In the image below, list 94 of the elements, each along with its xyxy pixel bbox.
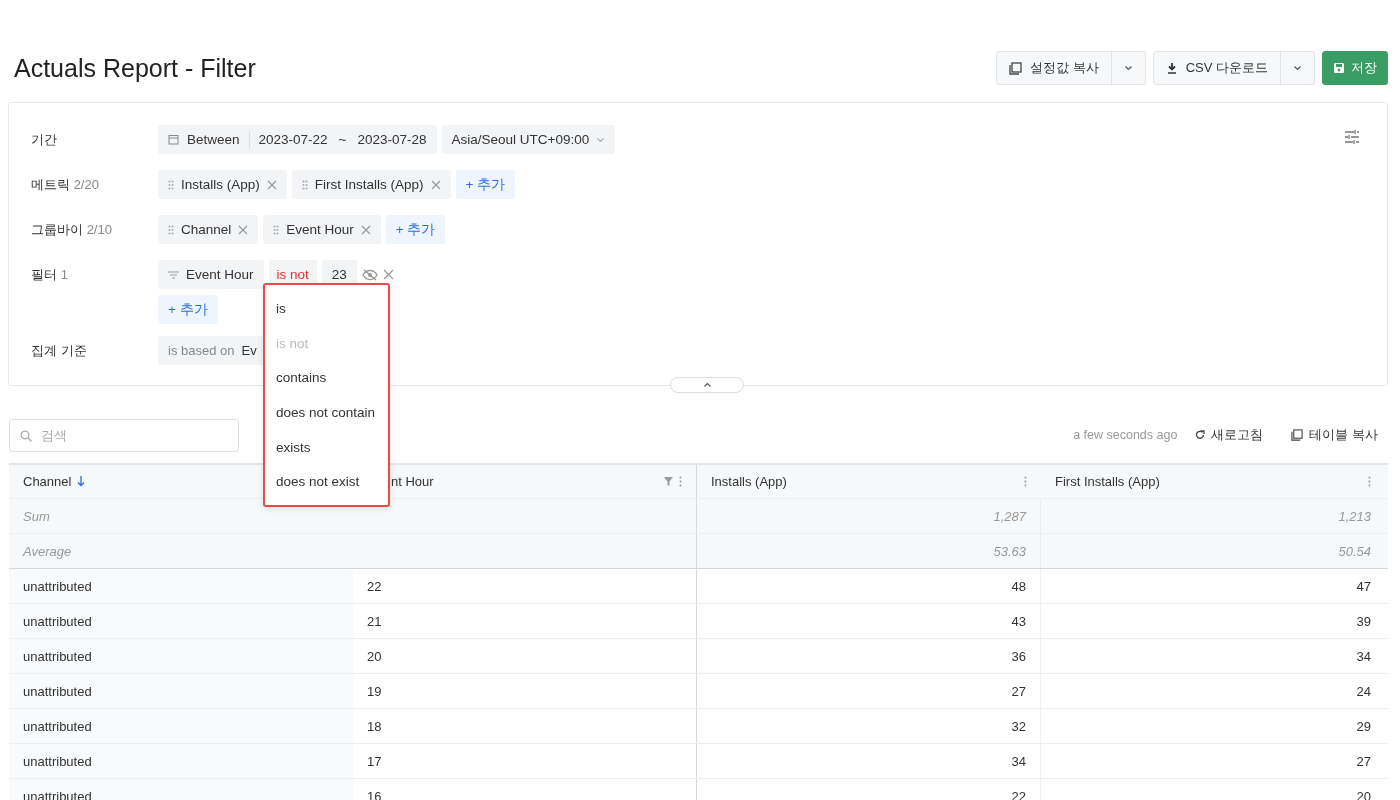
table-cell: 22 <box>1011 788 1026 800</box>
table-cell: 22 <box>367 578 382 594</box>
summary-cell: 1,213 <box>1338 508 1371 524</box>
summary-cell: 1,287 <box>993 508 1026 524</box>
table-cell: unattributed <box>23 788 92 800</box>
field-label: 그룹바이 2/10 <box>31 221 113 239</box>
refresh-icon <box>1195 430 1206 440</box>
table-cell: unattributed <box>23 753 92 769</box>
date-range-field[interactable]: Between 2023-07-22 ~ 2023-07-28 <box>158 125 437 154</box>
table-cell: 29 <box>1356 718 1371 734</box>
close-icon[interactable] <box>430 179 441 190</box>
table-cell: 39 <box>1356 613 1371 629</box>
menu-item[interactable]: does not contain <box>265 395 388 430</box>
drag-handle-icon <box>168 224 174 235</box>
caret-icon <box>1123 65 1133 71</box>
caret-icon <box>596 136 606 143</box>
table-cell: 24 <box>1356 683 1371 699</box>
table-cell: 34 <box>1011 753 1026 769</box>
copy-icon <box>1291 429 1304 441</box>
table-cell: 21 <box>367 613 382 629</box>
menu-item[interactable]: exists <box>265 429 388 465</box>
sort-arrow-icon[interactable] <box>77 476 86 487</box>
table-cell: unattributed <box>23 718 92 734</box>
column-header[interactable]: Installs (App) <box>711 474 787 489</box>
collapse-button[interactable] <box>670 377 744 393</box>
table-cell: 36 <box>1011 648 1026 664</box>
more-icon[interactable] <box>679 476 682 487</box>
table-cell: 48 <box>1011 578 1026 594</box>
menu-item[interactable]: does not exist <box>265 464 388 500</box>
table-cell: 34 <box>1356 648 1371 664</box>
page-title: Actuals Report - Filter <box>14 53 256 83</box>
table-cell: 16 <box>367 788 382 800</box>
metric-tag[interactable]: First Installs (App) <box>291 170 451 199</box>
summary-label: Average <box>23 543 72 559</box>
settings-icon[interactable] <box>1344 130 1360 144</box>
eye-off-icon[interactable] <box>361 268 378 281</box>
table-cell: unattributed <box>23 578 92 594</box>
field-label: 필터 1 <box>31 266 69 284</box>
table-cell: 20 <box>1356 788 1371 800</box>
drag-handle-icon <box>273 224 280 235</box>
menu-item[interactable]: is <box>265 291 388 326</box>
add-button[interactable]: + 추가 <box>158 295 218 324</box>
close-icon[interactable] <box>238 224 249 235</box>
search-field[interactable]: 검색 <box>9 418 239 452</box>
close-icon[interactable] <box>266 179 277 190</box>
summary-label: Sum <box>23 508 50 524</box>
updated-time: a few seconds ago <box>1073 428 1178 442</box>
table-cell: 17 <box>367 753 382 769</box>
filter-icon <box>168 270 179 279</box>
add-button[interactable]: + 추가 <box>455 170 516 199</box>
table-cell: 32 <box>1011 718 1026 734</box>
table-cell: unattributed <box>23 648 92 664</box>
drag-handle-icon <box>168 179 174 190</box>
table-cell: 47 <box>1356 578 1371 594</box>
table-cell: unattributed <box>23 613 92 629</box>
menu-item[interactable]: contains <box>265 360 388 396</box>
field-label: 집계 기준 <box>31 342 88 360</box>
copy-button[interactable]: 설정값 복사 <box>996 51 1112 85</box>
save-icon <box>1333 62 1345 74</box>
metric-tag[interactable]: Installs (App) <box>158 170 287 199</box>
table-cell: 18 <box>367 718 382 734</box>
close-icon[interactable] <box>382 269 394 280</box>
refresh-button[interactable]: 새로고침 <box>1195 426 1264 444</box>
search-icon <box>20 429 32 442</box>
download-icon <box>1165 62 1178 74</box>
column-header[interactable]: Channel <box>23 474 72 489</box>
table-cell: 43 <box>1011 613 1026 629</box>
table-cell: unattributed <box>23 683 92 699</box>
table-cell: 27 <box>1011 683 1026 699</box>
add-button[interactable]: + 추가 <box>385 215 446 244</box>
group-tag[interactable]: Channel <box>158 215 259 244</box>
field-label: 기간 <box>31 131 58 149</box>
column-header[interactable]: nt Hour <box>391 474 434 489</box>
more-icon[interactable] <box>1024 476 1027 487</box>
copy-table-button[interactable]: 테이블 복사 <box>1291 426 1378 444</box>
group-tag[interactable]: Event Hour <box>263 215 381 244</box>
table-cell: 27 <box>1356 753 1371 769</box>
filter-field-tag[interactable]: Event Hour <box>158 260 264 289</box>
drag-handle-icon <box>301 179 308 190</box>
more-icon[interactable] <box>1368 476 1371 487</box>
close-icon[interactable] <box>360 224 371 235</box>
calendar-icon <box>168 134 179 145</box>
summary-cell: 53.63 <box>993 543 1026 559</box>
caret-icon <box>1293 65 1302 71</box>
copy-icon <box>1009 61 1023 75</box>
table-cell: 19 <box>367 683 382 699</box>
summary-cell: 50.54 <box>1338 543 1371 559</box>
chevron-up-icon <box>702 382 712 388</box>
filter-icon[interactable] <box>664 477 673 486</box>
download-button[interactable]: CSV 다운로드 <box>1152 51 1281 85</box>
column-header[interactable]: First Installs (App) <box>1055 474 1160 489</box>
timezone-dropdown[interactable]: Asia/Seoul UTC+09:00 <box>441 125 616 154</box>
field-label: 메트릭 2/20 <box>31 176 100 194</box>
table-cell: 20 <box>367 648 382 664</box>
